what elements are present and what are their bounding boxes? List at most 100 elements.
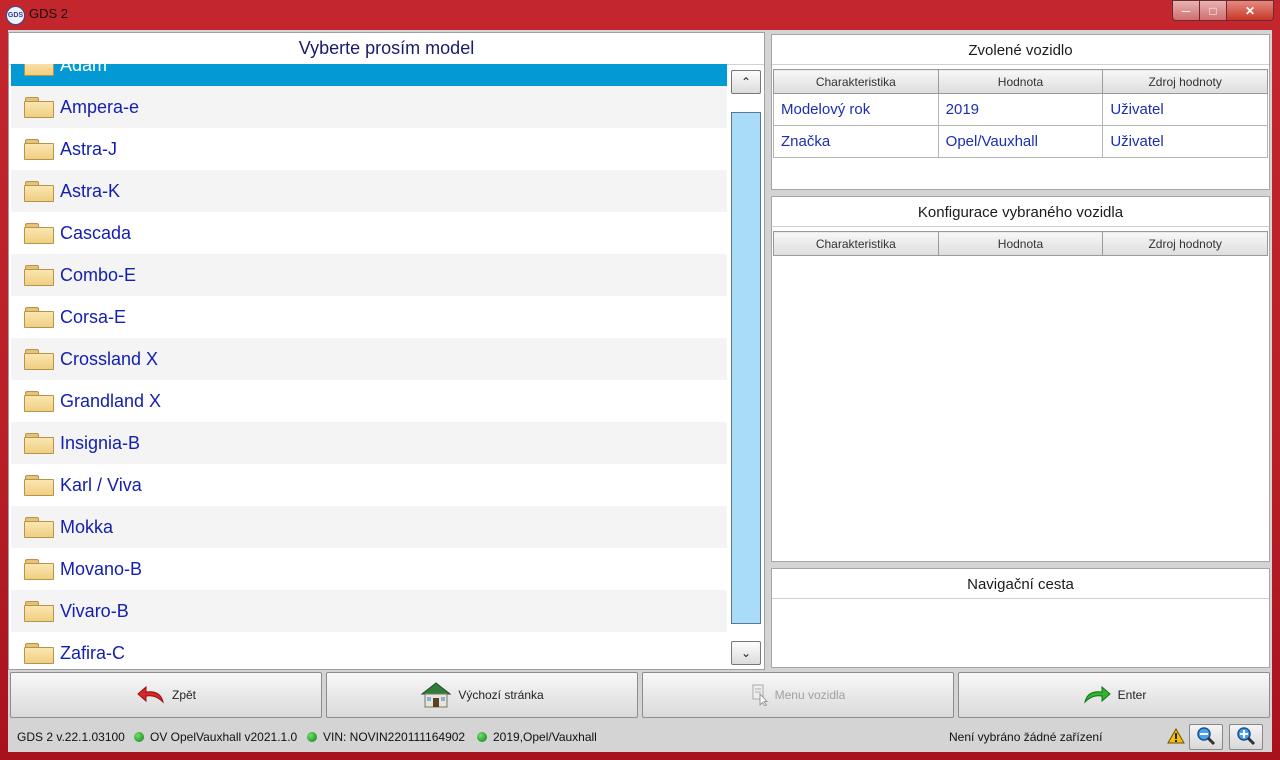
vehicle-text: 2019,Opel/Vauxhall [493,730,597,744]
table-cell: Modelový rok [773,93,939,126]
title-bar: GDS GDS 2 ─ □ ✕ [0,0,1280,28]
list-item-label: Cascada [60,222,132,243]
list-item-label: Astra-J [60,138,118,159]
vin-text: VIN: NOVIN220111164902 [323,730,466,744]
list-item-label: Zafira-C [60,642,126,663]
scroll-up-button[interactable]: ⌃ [731,70,761,94]
list-item-label: Karl / Viva [60,474,142,495]
home-button-label: Výchozí stránka [458,688,544,702]
column-header[interactable]: Charakteristika [773,231,939,256]
list-item-label: Crossland X [60,348,159,369]
table-cell: Uživatel [1102,125,1268,158]
list-item[interactable]: Combo-E [11,254,727,296]
status-device: Není vybráno žádné zařízení [949,730,1102,744]
scrollbar-thumb[interactable] [731,112,761,624]
folder-icon [24,559,54,580]
warning-icon[interactable] [1167,728,1185,744]
list-item-label: Movano-B [60,558,143,579]
list-item[interactable]: Movano-B [11,548,727,590]
zoom-out-button[interactable] [1189,724,1223,750]
selected-vehicle-table: Charakteristika Hodnota Zdroj hodnoty Mo… [773,69,1268,158]
list-item[interactable]: Ampera-e [11,86,727,128]
folder-icon [24,601,54,622]
column-header[interactable]: Hodnota [937,69,1104,94]
chevron-up-icon: ⌃ [740,75,752,89]
zoom-out-icon [1195,726,1217,749]
menu-document-icon [751,684,769,706]
folder-icon [24,643,54,664]
scroll-down-button[interactable]: ⌄ [731,641,761,665]
list-item[interactable]: Corsa-E [11,296,727,338]
list-item-label: Adam [60,64,108,75]
close-icon: ✕ [1244,3,1256,18]
maximize-button[interactable]: □ [1199,0,1226,21]
list-item[interactable]: Crossland X [11,338,727,380]
column-header[interactable]: Zdroj hodnoty [1102,69,1268,94]
window-title: GDS 2 [29,6,69,21]
status-ok-icon [307,732,317,742]
column-header[interactable]: Charakteristika [773,69,939,94]
status-vehicle: 2019,Opel/Vauxhall [477,730,597,744]
selected-vehicle-panel: Zvolené vozidlo Charakteristika Hodnota … [771,34,1270,190]
status-bar: GDS 2 v.22.1.03100 OV OpelVauxhall v2021… [8,724,1272,752]
list-item[interactable]: Cascada [11,212,727,254]
list-item[interactable]: Zafira-C [11,632,727,667]
list-item-label: Corsa-E [60,306,127,327]
list-item[interactable]: Karl / Viva [11,464,727,506]
configuration-title: Konfigurace vybraného vozidla [772,197,1269,227]
folder-icon [24,475,54,496]
list-item-label: Ampera-e [60,96,140,117]
list-item-label: Vivaro-B [60,600,129,621]
column-header[interactable]: Zdroj hodnoty [1102,231,1268,256]
enter-button[interactable]: Enter [958,672,1270,718]
folder-icon [24,97,54,118]
model-list-panel: Vyberte prosím model Adam Ampera-e Astra-J… [8,32,765,670]
chevron-down-icon: ⌄ [740,646,752,660]
column-header[interactable]: Hodnota [937,231,1104,256]
folder-icon [24,391,54,412]
vehicle-menu-button[interactable]: Menu vozidla [642,672,954,718]
table-row[interactable]: Značka Opel/Vauxhall Uživatel [773,125,1268,158]
list-item[interactable]: Grandland X [11,380,727,422]
model-list-header: Vyberte prosím model [9,33,764,65]
list-item-label: Grandland X [60,390,162,411]
list-item[interactable]: Insignia-B [11,422,727,464]
model-list: Adam Ampera-e Astra-J Astra-K Cascada Combo-E… [11,64,727,667]
status-ok-icon [134,732,144,742]
gds-app-icon: GDS [6,6,25,25]
status-version: GDS 2 v.22.1.03100 [17,730,125,744]
navigation-path-title: Navigační cesta [772,569,1269,599]
configuration-panel: Konfigurace vybraného vozidla Charakteri… [771,196,1270,562]
status-vin: VIN: NOVIN220111164902 [307,730,465,744]
close-button[interactable]: ✕ [1226,0,1274,21]
navigation-path-panel: Navigační cesta [771,568,1270,668]
folder-icon [24,517,54,538]
home-button[interactable]: Výchozí stránka [326,672,638,718]
vehicle-menu-button-label: Menu vozidla [774,688,846,702]
table-cell: Uživatel [1102,93,1268,126]
list-item-label: Astra-K [60,180,121,201]
enter-button-label: Enter [1117,688,1147,702]
list-item-label: Insignia-B [60,432,141,453]
folder-icon [24,349,54,370]
database-text: OV OpelVauxhall v2021.1.0 [150,730,298,744]
minimize-button[interactable]: ─ [1172,0,1199,21]
folder-icon [24,64,54,76]
client-area: Vyberte prosím model Adam Ampera-e Astra-J… [8,30,1272,752]
table-row[interactable]: Modelový rok 2019 Uživatel [773,93,1268,126]
table-cell: Opel/Vauxhall [937,125,1104,158]
folder-icon [24,307,54,328]
device-text: Není vybráno žádné zařízení [949,730,1103,744]
list-item[interactable]: Astra-K [11,170,727,212]
model-list-scrollbar[interactable]: ⌃ ⌄ [729,64,763,667]
list-item[interactable]: Astra-J [11,128,727,170]
zoom-in-icon [1235,726,1257,749]
table-cell: 2019 [937,93,1104,126]
folder-icon [24,265,54,286]
list-item[interactable]: Vivaro-B [11,590,727,632]
back-button[interactable]: Zpět [10,672,322,718]
zoom-in-button[interactable] [1229,724,1263,750]
minimize-icon: ─ [1181,3,1191,18]
list-item[interactable]: Mokka [11,506,727,548]
list-item[interactable]: Adam [11,64,727,86]
